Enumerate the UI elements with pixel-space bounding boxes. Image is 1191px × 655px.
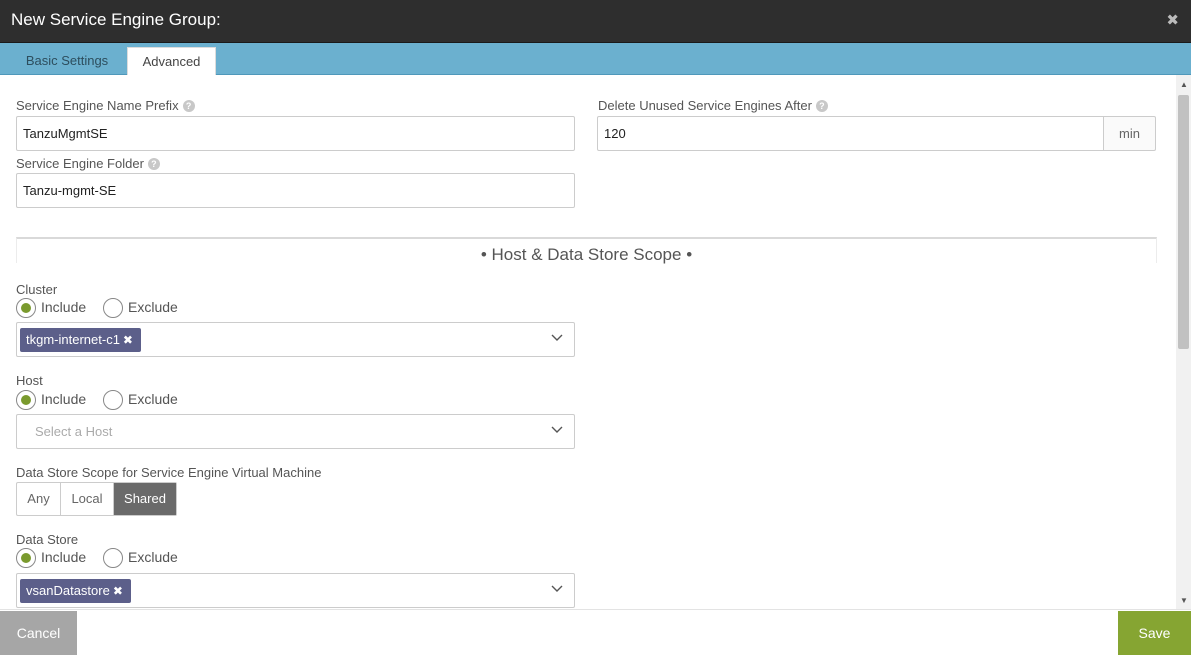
chevron-down-icon <box>551 585 563 592</box>
radio-checked-icon <box>16 548 36 568</box>
tab-bar: Basic Settings Advanced <box>0 43 1191 75</box>
chevron-down-icon <box>551 426 563 433</box>
save-button[interactable]: Save <box>1118 611 1191 655</box>
host-datastore-section: • Host & Data Store Scope • <box>16 237 1157 264</box>
datastore-chip: vsanDatastore ✖ <box>20 579 131 603</box>
datastore-scope-segmented: Any Local Shared <box>16 482 177 516</box>
scrollbar-thumb[interactable] <box>1178 95 1189 349</box>
close-icon[interactable]: ✖ <box>1166 11 1179 29</box>
form-content: Service Engine Name Prefix? TanzuMgmtSE … <box>0 75 1176 609</box>
radio-unchecked-icon <box>103 298 123 318</box>
chevron-down-icon <box>551 334 563 341</box>
tab-basic-settings[interactable]: Basic Settings <box>12 47 122 75</box>
scope-shared-option[interactable]: Shared <box>114 483 176 515</box>
radio-unchecked-icon <box>103 548 123 568</box>
folder-input[interactable]: Tanzu-mgmt-SE <box>16 173 575 208</box>
unit-suffix: min <box>1104 116 1156 151</box>
name-prefix-input[interactable]: TanzuMgmtSE <box>16 116 575 151</box>
remove-chip-icon[interactable]: ✖ <box>123 333 133 347</box>
host-radio-group: Include Exclude <box>16 390 316 410</box>
cluster-select[interactable]: tkgm-internet-c1 ✖ <box>16 322 575 357</box>
host-placeholder: Select a Host <box>35 424 113 439</box>
scroll-up-icon[interactable]: ▲ <box>1180 80 1188 89</box>
tab-advanced[interactable]: Advanced <box>127 47 216 75</box>
datastore-label: Data Store <box>16 532 79 547</box>
cancel-button[interactable]: Cancel <box>0 611 77 655</box>
help-icon[interactable]: ? <box>815 100 828 112</box>
datastore-select[interactable]: vsanDatastore ✖ <box>16 573 575 608</box>
dialog-titlebar: New Service Engine Group: ✖ <box>0 0 1191 43</box>
delete-unused-label: Delete Unused Service Engines After? <box>598 98 828 113</box>
delete-unused-input[interactable]: 120 <box>597 116 1104 151</box>
dialog-title: New Service Engine Group: <box>11 10 221 29</box>
datastore-scope-label: Data Store Scope for Service Engine Virt… <box>16 465 322 480</box>
scope-any-option[interactable]: Any <box>17 483 61 515</box>
cluster-chip: tkgm-internet-c1 ✖ <box>20 328 141 352</box>
host-label: Host <box>16 373 43 388</box>
help-icon[interactable]: ? <box>182 100 195 112</box>
vertical-scrollbar[interactable]: ▲ ▼ <box>1176 75 1191 609</box>
remove-chip-icon[interactable]: ✖ <box>113 584 123 598</box>
scroll-down-icon[interactable]: ▼ <box>1180 596 1188 605</box>
radio-checked-icon <box>16 390 36 410</box>
scope-local-option[interactable]: Local <box>61 483 114 515</box>
help-icon[interactable]: ? <box>147 158 160 170</box>
datastore-radio-group: Include Exclude <box>16 548 316 568</box>
cluster-radio-group: Include Exclude <box>16 298 316 318</box>
radio-checked-icon <box>16 298 36 318</box>
host-select[interactable]: Select a Host <box>16 414 575 449</box>
folder-label: Service Engine Folder? <box>16 156 160 171</box>
name-prefix-label: Service Engine Name Prefix? <box>16 98 195 113</box>
dialog-footer: Cancel Save <box>0 609 1191 655</box>
section-title: • Host & Data Store Scope • <box>480 245 693 264</box>
cluster-label: Cluster <box>16 282 58 297</box>
radio-unchecked-icon <box>103 390 123 410</box>
